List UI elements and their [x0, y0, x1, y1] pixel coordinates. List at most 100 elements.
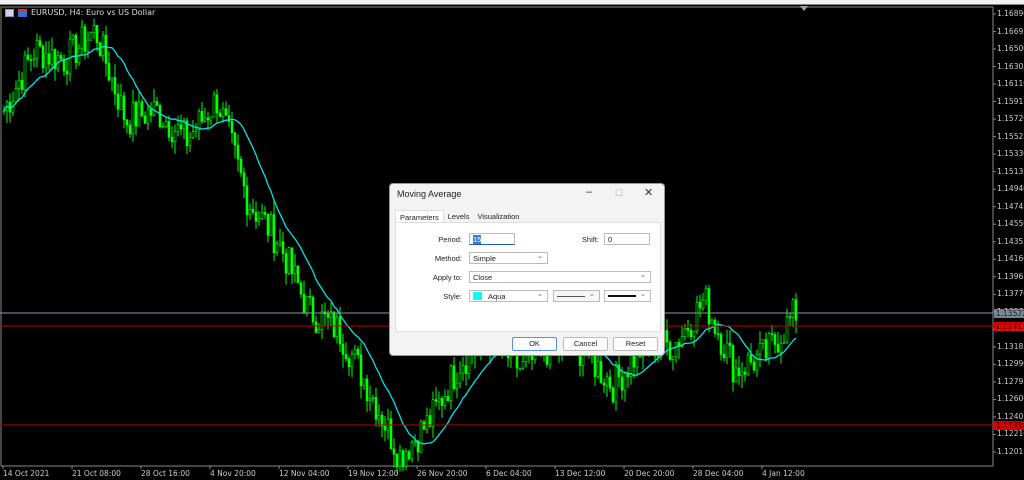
candle-body — [86, 39, 90, 52]
candle-body — [524, 355, 528, 362]
cancel-button[interactable]: Cancel — [563, 337, 608, 351]
candle-body — [356, 349, 360, 356]
candle-body — [602, 382, 606, 386]
red-level-tag-2: 1.12318 — [994, 421, 1024, 430]
candle-body — [263, 211, 267, 215]
candle-body — [23, 54, 27, 91]
candle-body — [371, 397, 375, 399]
maximize-button[interactable]: ☐ — [615, 188, 623, 199]
apply-to-select[interactable]: Close — [469, 270, 651, 283]
price-tick-label: 1.13770 — [997, 289, 1024, 299]
candle-body — [383, 425, 387, 431]
candle-body — [380, 414, 384, 427]
candle-body — [344, 354, 348, 360]
candle-body — [605, 376, 609, 386]
candle-body — [98, 42, 102, 56]
candle-body — [215, 94, 219, 114]
time-tick-label: 4 Jan 12:00 — [762, 469, 805, 478]
candle-body — [758, 343, 762, 355]
candle-body — [773, 334, 777, 345]
candle-body — [191, 131, 195, 139]
candle-body — [404, 451, 408, 467]
candle-body — [425, 415, 429, 430]
price-tick-label: 1.15330 — [997, 149, 1024, 159]
candle-body — [362, 378, 366, 386]
candle-body — [194, 129, 198, 132]
candle-body — [296, 265, 300, 284]
candle-body — [671, 356, 675, 360]
time-tick-label: 13 Dec 12:00 — [555, 469, 606, 478]
line-width-select[interactable] — [604, 289, 651, 302]
style-label: Style: — [443, 292, 462, 301]
candle-body — [341, 343, 345, 355]
close-button[interactable]: ✕ — [644, 186, 653, 199]
candle-body — [464, 365, 468, 374]
candle-body — [209, 116, 213, 121]
candle-body — [305, 295, 309, 314]
candle-body — [692, 330, 696, 338]
indicator-icon — [18, 8, 27, 17]
candle-body — [338, 316, 342, 345]
apply-to-label: Apply to: — [432, 273, 462, 282]
candle-body — [518, 367, 522, 370]
candle-body — [218, 112, 222, 118]
candle-body — [353, 349, 357, 355]
candle-body — [14, 88, 18, 102]
candle-body — [431, 399, 435, 427]
candle-body — [254, 211, 258, 222]
candle-body — [761, 339, 765, 344]
color-name: Aqua — [488, 291, 506, 301]
candle-body — [794, 299, 798, 321]
moving-average-dialog: Moving Average – ☐ ✕ Parameters Levels V… — [389, 183, 665, 356]
time-tick-label: 4 Nov 20:00 — [210, 469, 256, 478]
candle-body — [41, 45, 45, 69]
price-tick-label: 1.14355 — [997, 236, 1024, 246]
candle-body — [65, 70, 69, 75]
candle-body — [149, 108, 153, 116]
price-tick-label: 1.14745 — [997, 201, 1024, 211]
candle-body — [455, 382, 459, 389]
reset-button[interactable]: Reset — [613, 337, 658, 351]
candle-body — [731, 345, 735, 383]
candle-body — [461, 365, 465, 374]
candle-body — [326, 313, 330, 318]
candle-body — [155, 101, 159, 106]
candle-body — [374, 397, 378, 420]
candle-body — [269, 214, 273, 236]
candle-body — [299, 282, 303, 295]
candle-body — [728, 342, 732, 346]
color-select[interactable]: Aqua — [469, 289, 548, 302]
candle-body — [701, 299, 705, 309]
candle-body — [767, 333, 771, 359]
period-input[interactable]: 15 — [469, 233, 515, 245]
ok-button[interactable]: OK — [512, 337, 557, 351]
price-tick-label: 1.12210 — [997, 429, 1024, 439]
candle-body — [596, 360, 600, 377]
shift-input[interactable]: 0 — [604, 233, 650, 245]
candle-body — [230, 121, 234, 134]
candle-body — [458, 372, 462, 384]
candle-body — [332, 311, 336, 337]
candle-body — [176, 124, 180, 132]
line-style-select[interactable] — [553, 289, 600, 302]
candle-body — [242, 172, 246, 187]
candle-body — [752, 361, 756, 371]
candle-body — [719, 334, 723, 355]
price-tick-label: 1.16695 — [997, 26, 1024, 36]
candle-body — [377, 414, 381, 420]
candle-body — [710, 319, 714, 325]
candle-body — [599, 360, 603, 384]
time-tick-label: 28 Oct 16:00 — [141, 469, 190, 478]
minimize-button[interactable]: – — [586, 186, 592, 198]
candle-body — [674, 342, 678, 358]
method-select[interactable]: Simple — [469, 251, 548, 264]
candle-body — [689, 330, 693, 338]
candle-body — [359, 354, 363, 386]
candle-body — [617, 364, 621, 378]
candle-body — [764, 339, 768, 359]
candle-body — [233, 132, 237, 146]
shift-label: Shift: — [581, 235, 599, 244]
candle-body — [407, 451, 411, 460]
candle-body — [347, 358, 351, 368]
candle-body — [737, 367, 741, 377]
